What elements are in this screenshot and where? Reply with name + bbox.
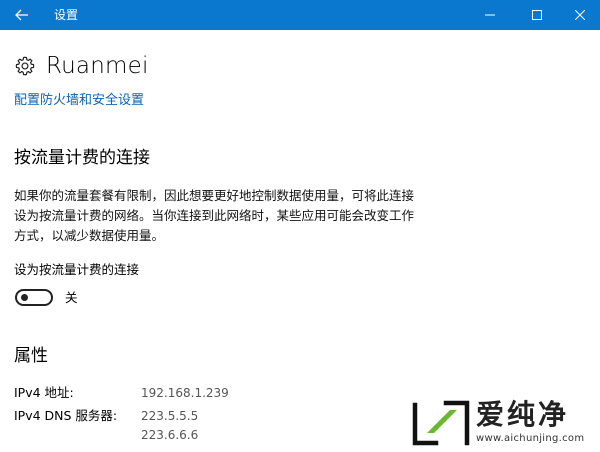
maximize-icon <box>532 10 542 20</box>
ipv4-dns-value-primary: 223.5.5.5 <box>141 409 199 423</box>
back-button[interactable] <box>0 0 44 30</box>
ipv4-address-label: IPv4 地址: <box>14 385 74 400</box>
window-title: 设置 <box>54 8 79 22</box>
metered-connection-toggle[interactable] <box>15 289 53 306</box>
toggle-state-text: 关 <box>65 290 78 305</box>
metered-connection-heading: 按流量计费的连接 <box>14 148 150 168</box>
watermark-brand: 爱纯净 <box>476 398 570 431</box>
close-icon <box>575 10 585 20</box>
minimize-icon <box>485 14 495 16</box>
firewall-settings-link[interactable]: 配置防火墙和安全设置 <box>14 92 144 110</box>
ipv4-address-value: 192.168.1.239 <box>141 386 229 400</box>
gear-icon <box>15 56 35 76</box>
watermark-url: www.aichunjing.com <box>476 433 585 444</box>
metered-toggle-label: 设为按流量计费的连接 <box>14 262 140 277</box>
title-bar: 设置 <box>0 0 600 30</box>
ipv4-dns-label: IPv4 DNS 服务器: <box>14 408 118 423</box>
metered-description: 如果你的流量套餐有限制，因此想要更好地控制数据使用量，可将此连接设为按流量计费的… <box>14 188 415 243</box>
close-button[interactable] <box>558 0 600 30</box>
watermark-logo-icon <box>412 400 470 446</box>
watermark: 爱纯净 www.aichunjing.com <box>406 395 600 452</box>
ipv4-dns-value-secondary: 223.6.6.6 <box>141 428 199 442</box>
page-title: Ruanmei <box>46 53 149 79</box>
maximize-button[interactable] <box>515 0 559 30</box>
settings-window: 设置 Ruanmei 配置防火墙和安全设置 按流量计费的连接 如果你的流量套餐有… <box>0 0 600 452</box>
minimize-button[interactable] <box>468 0 512 30</box>
toggle-knob <box>21 294 28 301</box>
page-header: Ruanmei <box>14 48 149 84</box>
back-arrow-icon <box>15 9 28 21</box>
properties-heading: 属性 <box>14 346 48 366</box>
